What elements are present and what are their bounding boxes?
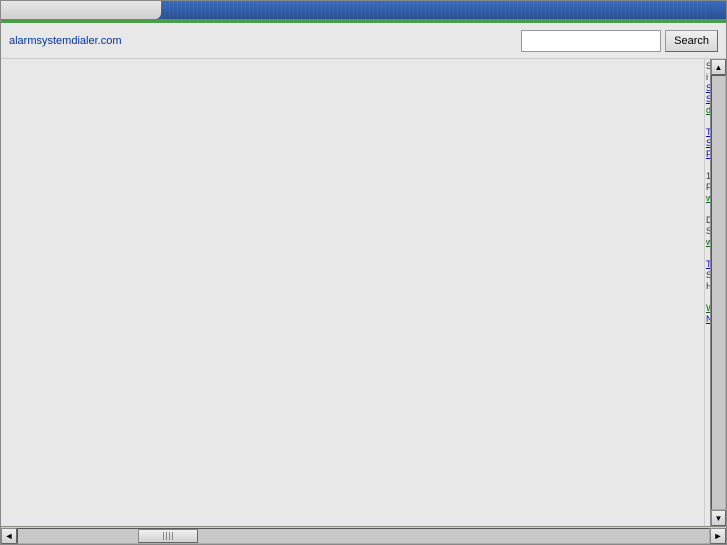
- header-bar-right: [706, 1, 726, 19]
- scroll-left-button[interactable]: ◄: [1, 528, 17, 544]
- bottom-scrollbar: ◄ ►: [1, 526, 726, 544]
- grip-line-2: [166, 532, 167, 540]
- grip-line-3: [169, 532, 170, 540]
- scroll-thumb[interactable]: [138, 529, 198, 543]
- site-url[interactable]: alarmsystemdialer.com: [9, 35, 121, 47]
- search-area: Search: [521, 30, 718, 52]
- header-bar-left: [1, 1, 161, 19]
- scroll-track-vertical[interactable]: [711, 75, 726, 510]
- page-area: alarmsystemdialer.com Search S i S S d: [1, 23, 726, 544]
- scroll-up-button[interactable]: ▲: [711, 59, 726, 75]
- toolbar: alarmsystemdialer.com Search: [1, 23, 726, 59]
- browser-window: alarmsystemdialer.com Search S i S S d: [0, 0, 727, 545]
- main-content: [1, 59, 704, 526]
- search-button[interactable]: Search: [665, 30, 718, 52]
- scroll-right-button[interactable]: ►: [710, 528, 726, 544]
- search-input[interactable]: [521, 30, 661, 52]
- vertical-scrollbar: ▲ ▼: [710, 59, 726, 526]
- scroll-down-button[interactable]: ▼: [711, 510, 726, 526]
- content-area: alarmsystemdialer.com Search S i S S d: [1, 23, 726, 544]
- grip-line-1: [163, 532, 164, 540]
- header-bar: [1, 1, 726, 19]
- scroll-grip: [163, 532, 173, 540]
- header-bar-center: [161, 1, 706, 19]
- main-wrapper: S i S S d T S F 1 F w: [1, 59, 726, 526]
- grip-line-4: [172, 532, 173, 540]
- scroll-track-horizontal[interactable]: [17, 528, 710, 544]
